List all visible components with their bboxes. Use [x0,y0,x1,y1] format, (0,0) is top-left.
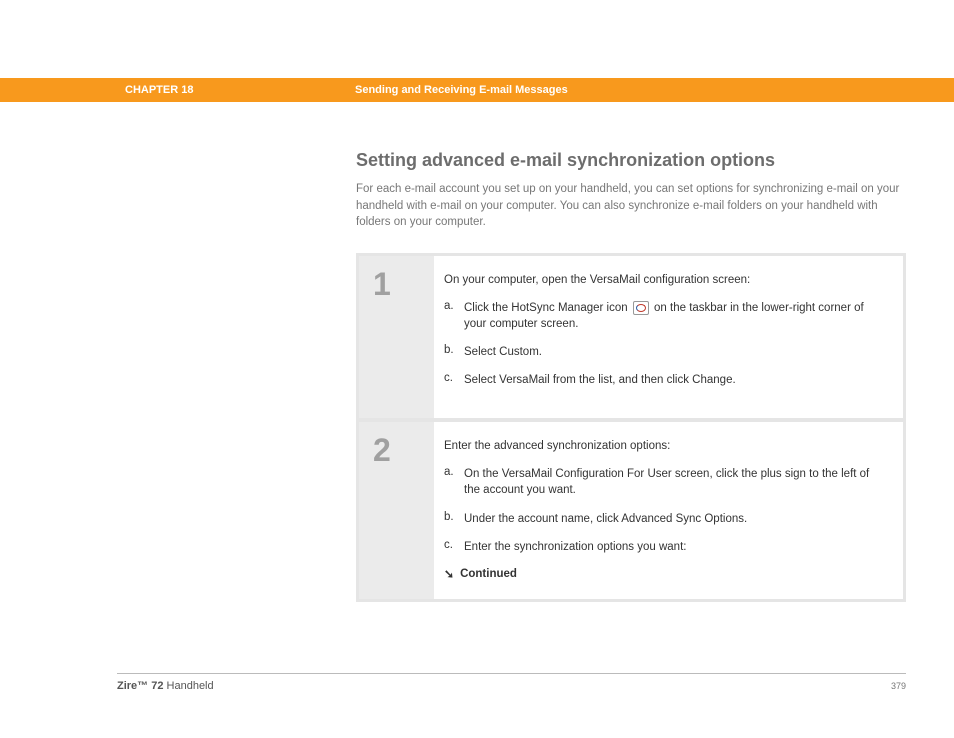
step-letter: c. [444,372,464,388]
arrow-down-right-icon: ➘ [444,567,454,581]
step-text: Click the HotSync Manager icon on the ta… [464,300,883,332]
step-text: Select Custom. [464,344,883,360]
step-letter: c. [444,539,464,555]
continued-label: Continued [460,568,517,580]
step-number-column: 1 [359,256,434,418]
hotsync-icon [633,301,649,315]
content-area: Setting advanced e-mail synchronization … [356,150,906,602]
step-item: a. Click the HotSync Manager icon on the… [444,300,883,332]
step-text: Enter the synchronization options you wa… [464,539,883,555]
step-number-column: 2 [359,422,434,598]
step-letter: a. [444,466,464,498]
step-number: 1 [373,268,434,300]
step-letter: b. [444,344,464,360]
steps-container: 1 On your computer, open the VersaMail c… [356,253,906,602]
step-list: a. Click the HotSync Manager icon on the… [444,300,883,388]
step-text: Under the account name, click Advanced S… [464,511,883,527]
step-letter: b. [444,511,464,527]
step-number: 2 [373,434,434,466]
product-name-rest: Handheld [163,680,213,692]
product-name-bold: Zire™ 72 [117,680,163,692]
continued-indicator: ➘ Continued [444,567,883,581]
chapter-title: Sending and Receiving E-mail Messages [355,84,568,96]
step-text: Select VersaMail from the list, and then… [464,372,883,388]
page-number: 379 [891,681,906,691]
step-intro-text: On your computer, open the VersaMail con… [444,274,883,286]
step-2: 2 Enter the advanced synchronization opt… [359,422,903,598]
step-item: c. Enter the synchronization options you… [444,539,883,555]
section-intro: For each e-mail account you set up on yo… [356,181,906,231]
step-text: On the VersaMail Configuration For User … [464,466,883,498]
step-item: b. Under the account name, click Advance… [444,511,883,527]
step-list: a. On the VersaMail Configuration For Us… [444,466,883,554]
chapter-number: CHAPTER 18 [125,84,355,96]
step-item: b. Select Custom. [444,344,883,360]
step-item: c. Select VersaMail from the list, and t… [444,372,883,388]
step-letter: a. [444,300,464,332]
section-heading: Setting advanced e-mail synchronization … [356,150,906,171]
footer-product: Zire™ 72 Handheld [117,680,214,692]
step-item: a. On the VersaMail Configuration For Us… [444,466,883,498]
step-intro-text: Enter the advanced synchronization optio… [444,440,883,452]
step-body: Enter the advanced synchronization optio… [434,422,903,598]
page-footer: Zire™ 72 Handheld 379 [117,673,906,692]
chapter-header: CHAPTER 18 Sending and Receiving E-mail … [0,78,954,102]
step-1: 1 On your computer, open the VersaMail c… [359,256,903,418]
step-body: On your computer, open the VersaMail con… [434,256,903,418]
